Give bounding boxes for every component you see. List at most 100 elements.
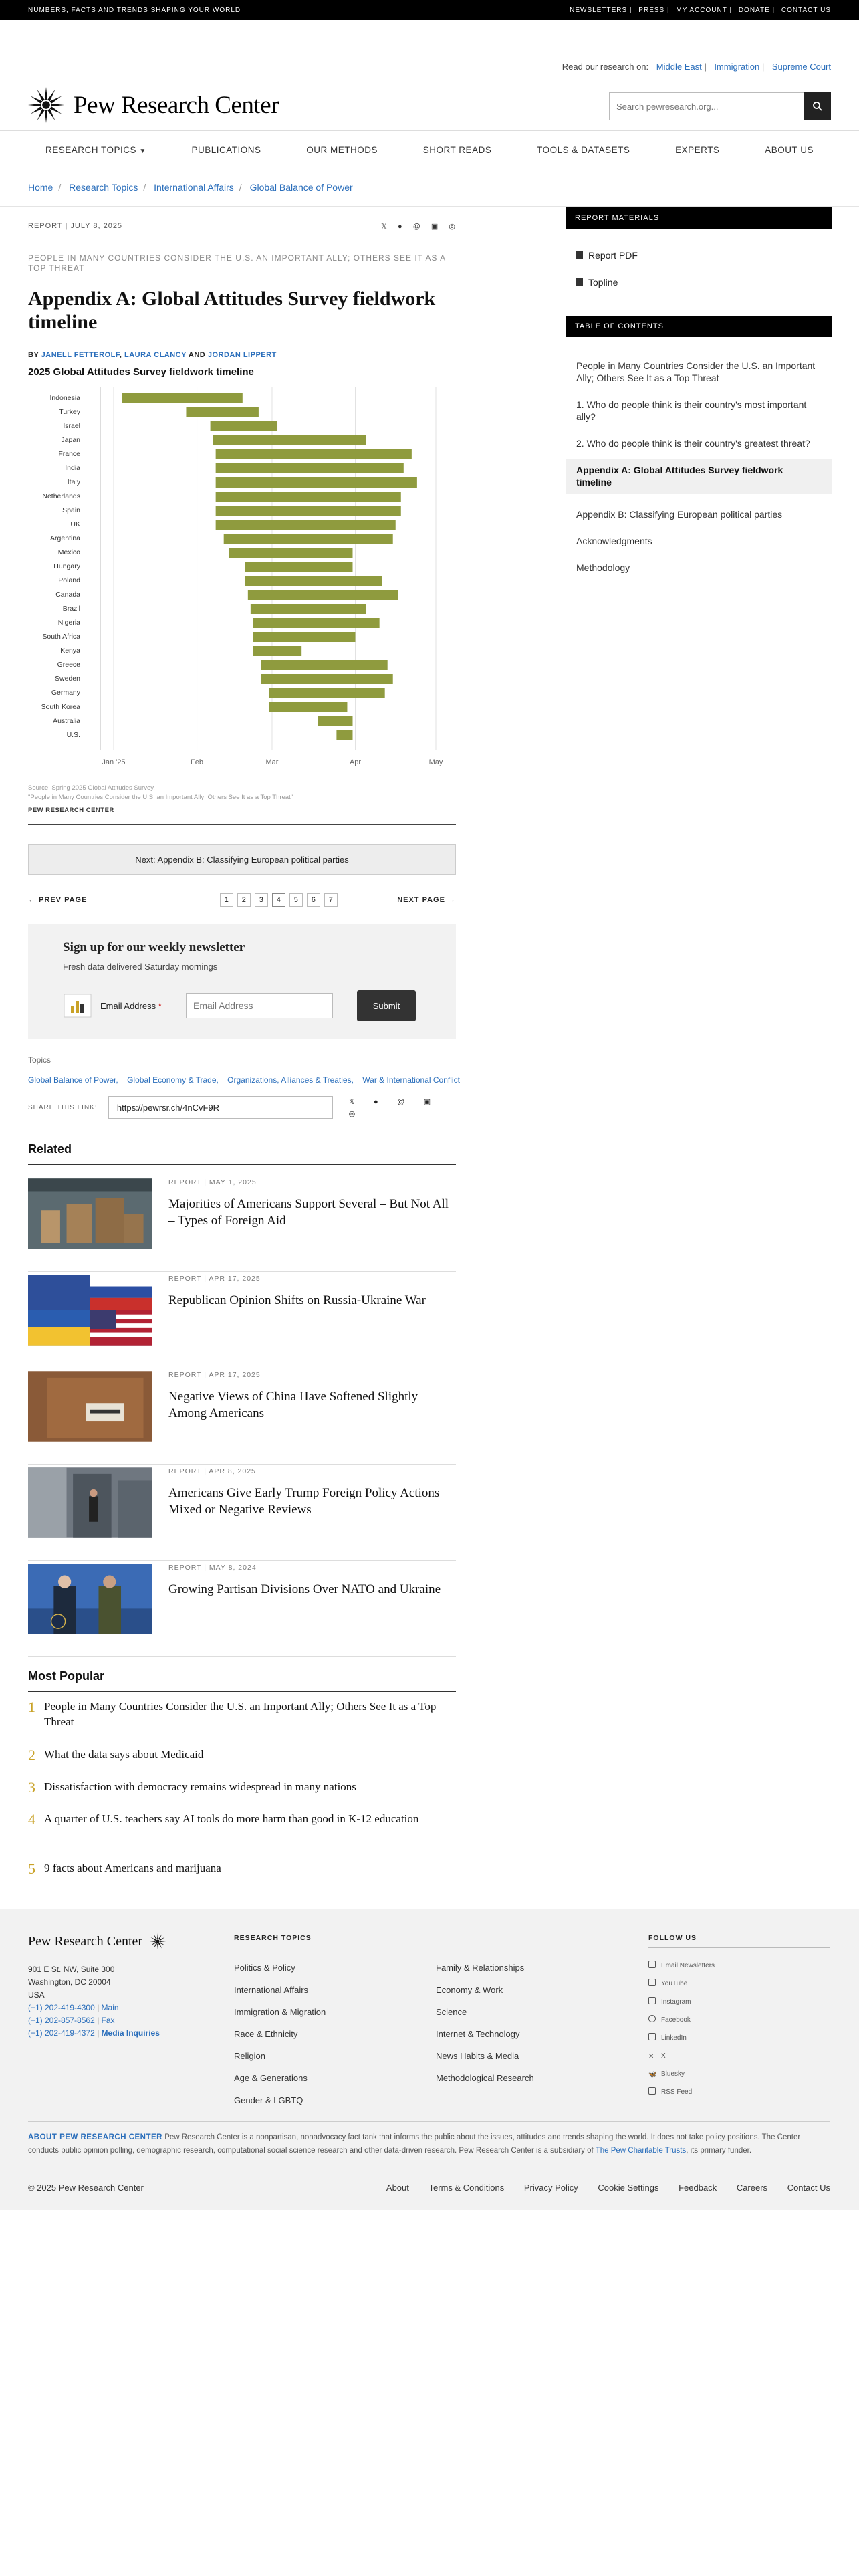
topline-link[interactable]: Topline bbox=[566, 277, 832, 288]
bottom-link[interactable]: Privacy Policy bbox=[524, 2183, 578, 2193]
popular-title[interactable]: A quarter of U.S. teachers say AI tools … bbox=[44, 1811, 445, 1828]
nav-our-methods[interactable]: OUR METHODS bbox=[306, 145, 378, 155]
x-icon[interactable]: 𝕏 bbox=[381, 223, 388, 231]
related-item[interactable]: REPORT | APR 8, 2025 Americans Give Earl… bbox=[28, 1466, 456, 1561]
bluesky-link[interactable]: 🦋 Bluesky bbox=[648, 2065, 715, 2083]
pew-trusts-link[interactable]: The Pew Charitable Trusts bbox=[596, 2147, 687, 2155]
toc-item[interactable]: Appendix B: Classifying European politic… bbox=[566, 508, 832, 520]
related-item[interactable]: REPORT | APR 17, 2025 Republican Opinion… bbox=[28, 1273, 456, 1368]
threads-icon[interactable]: @ bbox=[413, 223, 421, 231]
related-title[interactable]: Majorities of Americans Support Several … bbox=[168, 1196, 456, 1229]
nav-tools-datasets[interactable]: TOOLS & DATASETS bbox=[537, 145, 630, 155]
topic-link[interactable]: Organizations, Alliances & Treaties, bbox=[227, 1075, 354, 1085]
facebook-link[interactable]: Facebook bbox=[648, 2011, 715, 2029]
search-button[interactable] bbox=[804, 92, 831, 120]
prev-page-button[interactable]: ← PREV PAGE bbox=[28, 896, 87, 904]
page-5[interactable]: 5 bbox=[289, 893, 303, 907]
x-icon[interactable]: 𝕏 bbox=[349, 1098, 355, 1106]
related-item[interactable]: REPORT | APR 17, 2025 Negative Views of … bbox=[28, 1370, 456, 1465]
popular-item[interactable]: 2 What the data says about Medicaid bbox=[28, 1747, 456, 1764]
nav-short-reads[interactable]: SHORT READS bbox=[423, 145, 492, 155]
bottom-link[interactable]: Contact Us bbox=[787, 2183, 830, 2193]
footer-topic-link[interactable]: Immigration & Migration bbox=[234, 2001, 326, 2023]
related-title[interactable]: Negative Views of China Have Softened Sl… bbox=[168, 1388, 456, 1422]
phone-number[interactable]: (+1) 202-857-8562 bbox=[28, 2016, 95, 2025]
page-7[interactable]: 7 bbox=[324, 893, 338, 907]
related-item[interactable]: REPORT | MAY 1, 2025 Majorities of Ameri… bbox=[28, 1177, 456, 1272]
bottom-link[interactable]: Cookie Settings bbox=[598, 2183, 658, 2193]
top-link-donate[interactable]: DONATE bbox=[739, 7, 770, 14]
top-link-contact[interactable]: CONTACT US bbox=[781, 7, 831, 14]
breadcrumb-global-balance[interactable]: Global Balance of Power bbox=[250, 182, 353, 193]
email-field[interactable] bbox=[186, 993, 333, 1018]
bottom-link[interactable]: Careers bbox=[737, 2183, 767, 2193]
topic-link[interactable]: War & International Conflict bbox=[362, 1075, 460, 1085]
nav-experts[interactable]: EXPERTS bbox=[675, 145, 719, 155]
nav-research-topics[interactable]: RESEARCH TOPICS ▼ bbox=[45, 145, 146, 155]
linkedin-link[interactable]: LinkedIn bbox=[648, 2029, 715, 2047]
toc-item[interactable]: Methodology bbox=[566, 562, 832, 574]
topic-link[interactable]: Global Economy & Trade, bbox=[127, 1075, 219, 1085]
phone-number[interactable]: (+1) 202-419-4300 bbox=[28, 2003, 95, 2012]
popular-title[interactable]: Dissatisfaction with democracy remains w… bbox=[44, 1779, 445, 1796]
next-page-box[interactable]: Next: Appendix B: Classifying European p… bbox=[28, 844, 456, 875]
bottom-link[interactable]: Terms & Conditions bbox=[429, 2183, 505, 2193]
facebook-icon[interactable]: ● bbox=[374, 1098, 378, 1106]
related-item[interactable]: REPORT | MAY 8, 2024 Growing Partisan Di… bbox=[28, 1562, 456, 1657]
bottom-link[interactable]: Feedback bbox=[679, 2183, 717, 2193]
topic-link[interactable]: Global Balance of Power, bbox=[28, 1075, 118, 1085]
footer-topic-link[interactable]: Internet & Technology bbox=[436, 2023, 534, 2045]
related-title[interactable]: Americans Give Early Trump Foreign Polic… bbox=[168, 1485, 456, 1518]
toc-item[interactable]: People in Many Countries Consider the U.… bbox=[566, 360, 832, 384]
submit-button[interactable]: Submit bbox=[357, 990, 416, 1021]
popular-item[interactable]: 5 9 facts about Americans and marijuana bbox=[28, 1860, 456, 1878]
popular-item[interactable]: 4 A quarter of U.S. teachers say AI tool… bbox=[28, 1811, 456, 1828]
breadcrumb-international-affairs[interactable]: International Affairs bbox=[154, 182, 234, 193]
footer-topic-link[interactable]: Gender & LGBTQ bbox=[234, 2089, 326, 2111]
bottom-link[interactable]: About bbox=[386, 2183, 409, 2193]
related-title[interactable]: Growing Partisan Divisions Over NATO and… bbox=[168, 1581, 456, 1598]
footer-topic-link[interactable]: Family & Relationships bbox=[436, 1957, 534, 1979]
whatsapp-icon[interactable]: ◎ bbox=[349, 1110, 356, 1118]
report-kicker[interactable]: PEOPLE IN MANY COUNTRIES CONSIDER THE U.… bbox=[28, 253, 456, 274]
site-logo[interactable]: Pew Research Center bbox=[27, 86, 279, 124]
search-input[interactable] bbox=[609, 92, 804, 120]
toc-item-active[interactable]: Appendix A: Global Attitudes Survey fiel… bbox=[566, 459, 832, 494]
footer-topic-link[interactable]: Politics & Policy bbox=[234, 1957, 326, 1979]
page-3[interactable]: 3 bbox=[255, 893, 269, 907]
page-2[interactable]: 2 bbox=[237, 893, 251, 907]
breadcrumb-research-topics[interactable]: Research Topics bbox=[69, 182, 138, 193]
report-pdf-link[interactable]: Report PDF bbox=[566, 250, 832, 261]
popular-title[interactable]: What the data says about Medicaid bbox=[44, 1747, 445, 1764]
page-1[interactable]: 1 bbox=[220, 893, 234, 907]
author-link[interactable]: JORDAN LIPPERT bbox=[208, 351, 277, 359]
rss-link[interactable]: RSS Feed bbox=[648, 2083, 715, 2101]
footer-logo[interactable]: Pew Research Center bbox=[28, 1933, 166, 1950]
x-link[interactable]: ✕ X bbox=[648, 2047, 715, 2065]
footer-topic-link[interactable]: International Affairs bbox=[234, 1979, 326, 2001]
research-link-middle-east[interactable]: Middle East bbox=[656, 62, 702, 72]
footer-topic-link[interactable]: Religion bbox=[234, 2045, 326, 2067]
popular-title[interactable]: People in Many Countries Consider the U.… bbox=[44, 1699, 445, 1729]
facebook-icon[interactable]: ● bbox=[398, 223, 403, 231]
author-link[interactable]: JANELL FETTEROLF bbox=[41, 351, 120, 359]
popular-item[interactable]: 1 People in Many Countries Consider the … bbox=[28, 1699, 456, 1729]
footer-topic-link[interactable]: News Habits & Media bbox=[436, 2045, 534, 2067]
instagram-link[interactable]: Instagram bbox=[648, 1993, 715, 2011]
footer-topic-link[interactable]: Economy & Work bbox=[436, 1979, 534, 2001]
youtube-link[interactable]: YouTube bbox=[648, 1975, 715, 1993]
top-link-account[interactable]: MY ACCOUNT bbox=[676, 7, 727, 14]
popular-item[interactable]: 3 Dissatisfaction with democracy remains… bbox=[28, 1779, 456, 1796]
related-title[interactable]: Republican Opinion Shifts on Russia-Ukra… bbox=[168, 1292, 456, 1309]
whatsapp-icon[interactable]: ◎ bbox=[449, 223, 456, 231]
nav-about-us[interactable]: ABOUT US bbox=[765, 145, 814, 155]
research-link-supreme-court[interactable]: Supreme Court bbox=[772, 62, 831, 72]
threads-icon[interactable]: @ bbox=[397, 1098, 404, 1106]
toc-item[interactable]: Acknowledgments bbox=[566, 535, 832, 547]
share-url-field[interactable]: https://pewrsr.ch/4nCvF9R bbox=[108, 1096, 333, 1119]
footer-topic-link[interactable]: Methodological Research bbox=[436, 2067, 534, 2089]
toc-item[interactable]: 1. Who do people think is their country'… bbox=[566, 399, 832, 423]
research-link-immigration[interactable]: Immigration bbox=[714, 62, 759, 72]
phone-number[interactable]: (+1) 202-419-4372 bbox=[28, 2028, 95, 2038]
nav-publications[interactable]: PUBLICATIONS bbox=[191, 145, 261, 155]
